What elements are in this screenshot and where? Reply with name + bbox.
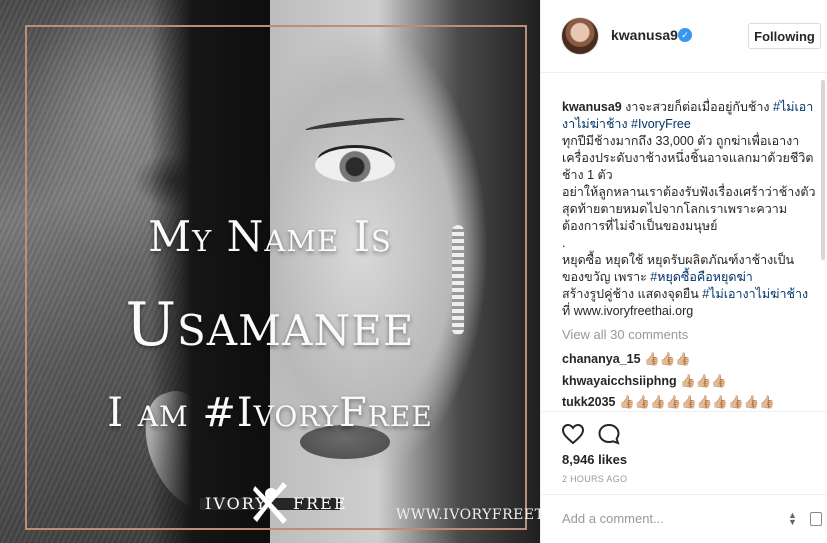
comments-scrollbar[interactable] [821, 80, 825, 260]
caption-username[interactable]: kwanusa9 [562, 100, 622, 114]
comment-username[interactable]: tukk2035 [562, 395, 616, 409]
hashtag-link[interactable]: #หยุดซื้อคือหยุดฆ่า [650, 270, 752, 284]
comment-username[interactable]: khwayaicchsiiphng [562, 374, 677, 388]
ivory-free-logo: IVORY FREE [205, 480, 346, 526]
overlay-name: Usamanee [125, 290, 415, 360]
caption-text-6: สร้างรูปคู่ช้าง แสดงจุดยืน [562, 287, 699, 301]
comment-item: chananya_15 👍🏼👍🏼👍🏼 [562, 351, 816, 368]
hair-shadow [150, 0, 270, 543]
avatar[interactable] [561, 17, 599, 55]
overlay-line-3: I am #IvoryFree [107, 390, 433, 436]
post-timestamp[interactable]: 2 HOURS AGO [562, 474, 627, 484]
post-header: kwanusa9 ✓ Following [541, 0, 827, 73]
heart-icon[interactable] [561, 422, 585, 446]
likes-count[interactable]: 8,946 likes [562, 452, 627, 467]
header-username[interactable]: kwanusa9 [611, 27, 678, 43]
comment-text: 👍🏼👍🏼👍🏼 [644, 352, 691, 366]
following-button[interactable]: Following [748, 23, 821, 49]
website-url-text: WWW.IVORYFREETHAI.ORG [396, 507, 540, 523]
comment-item: tukk2035 👍🏼👍🏼👍🏼👍🏼👍🏼👍🏼👍🏼👍🏼👍🏼👍🏼 [562, 394, 816, 411]
caption-text-8: ที่ www.ivoryfreethai.org [562, 304, 694, 318]
post-sidebar: kwanusa9 ✓ Following kwanusa9 งาจะสวยก็ต… [540, 0, 827, 543]
hashtag-link[interactable]: #IvoryFree [631, 117, 691, 131]
action-bar [541, 411, 827, 456]
instagram-post: My Name Is Usamanee I am #IvoryFree IVOR… [0, 0, 827, 543]
hashtag-link[interactable]: #ไม่เอางาไม่ฆ่าช้าง [702, 287, 808, 301]
logo-right-text: FREE [293, 494, 348, 513]
extension-icon[interactable] [810, 512, 822, 526]
comment-item: khwayaicchsiiphng 👍🏼👍🏼👍🏼 [562, 373, 816, 390]
eye [315, 148, 395, 182]
caption: kwanusa9 งาจะสวยก็ต่อเมื่ออยู่กับช้าง #ไ… [562, 82, 816, 320]
post-image[interactable]: My Name Is Usamanee I am #IvoryFree IVOR… [0, 0, 540, 543]
comments-list[interactable]: kwanusa9 งาจะสวยก็ต่อเมื่ออยู่กับช้าง #ไ… [541, 73, 827, 411]
comment-username[interactable]: chananya_15 [562, 352, 641, 366]
add-comment-input[interactable]: Add a comment... [562, 511, 664, 526]
caption-text-0: งาจะสวยก็ต่อเมื่ออยู่กับช้าง [621, 100, 773, 114]
overlay-line-1: My Name Is [148, 212, 392, 261]
add-comment-bar: Add a comment... ▲ ▼ [541, 494, 827, 543]
more-options-icon[interactable]: ▲ ▼ [788, 511, 798, 527]
woman-half-photo [270, 0, 540, 543]
view-all-comments-link[interactable]: View all 30 comments [562, 326, 816, 343]
verified-badge-icon: ✓ [678, 28, 692, 42]
ivory-x-icon [253, 482, 287, 524]
comment-text: 👍🏼👍🏼👍🏼👍🏼👍🏼👍🏼👍🏼👍🏼👍🏼👍🏼 [619, 395, 775, 409]
comment-text: 👍🏼👍🏼👍🏼 [680, 373, 727, 388]
caption-text-4: ทุกปีมีช้างมากถึง 33,000 ตัว ถูกฆ่าเพื่อ… [562, 134, 816, 284]
comment-bubble-icon[interactable] [597, 422, 621, 446]
